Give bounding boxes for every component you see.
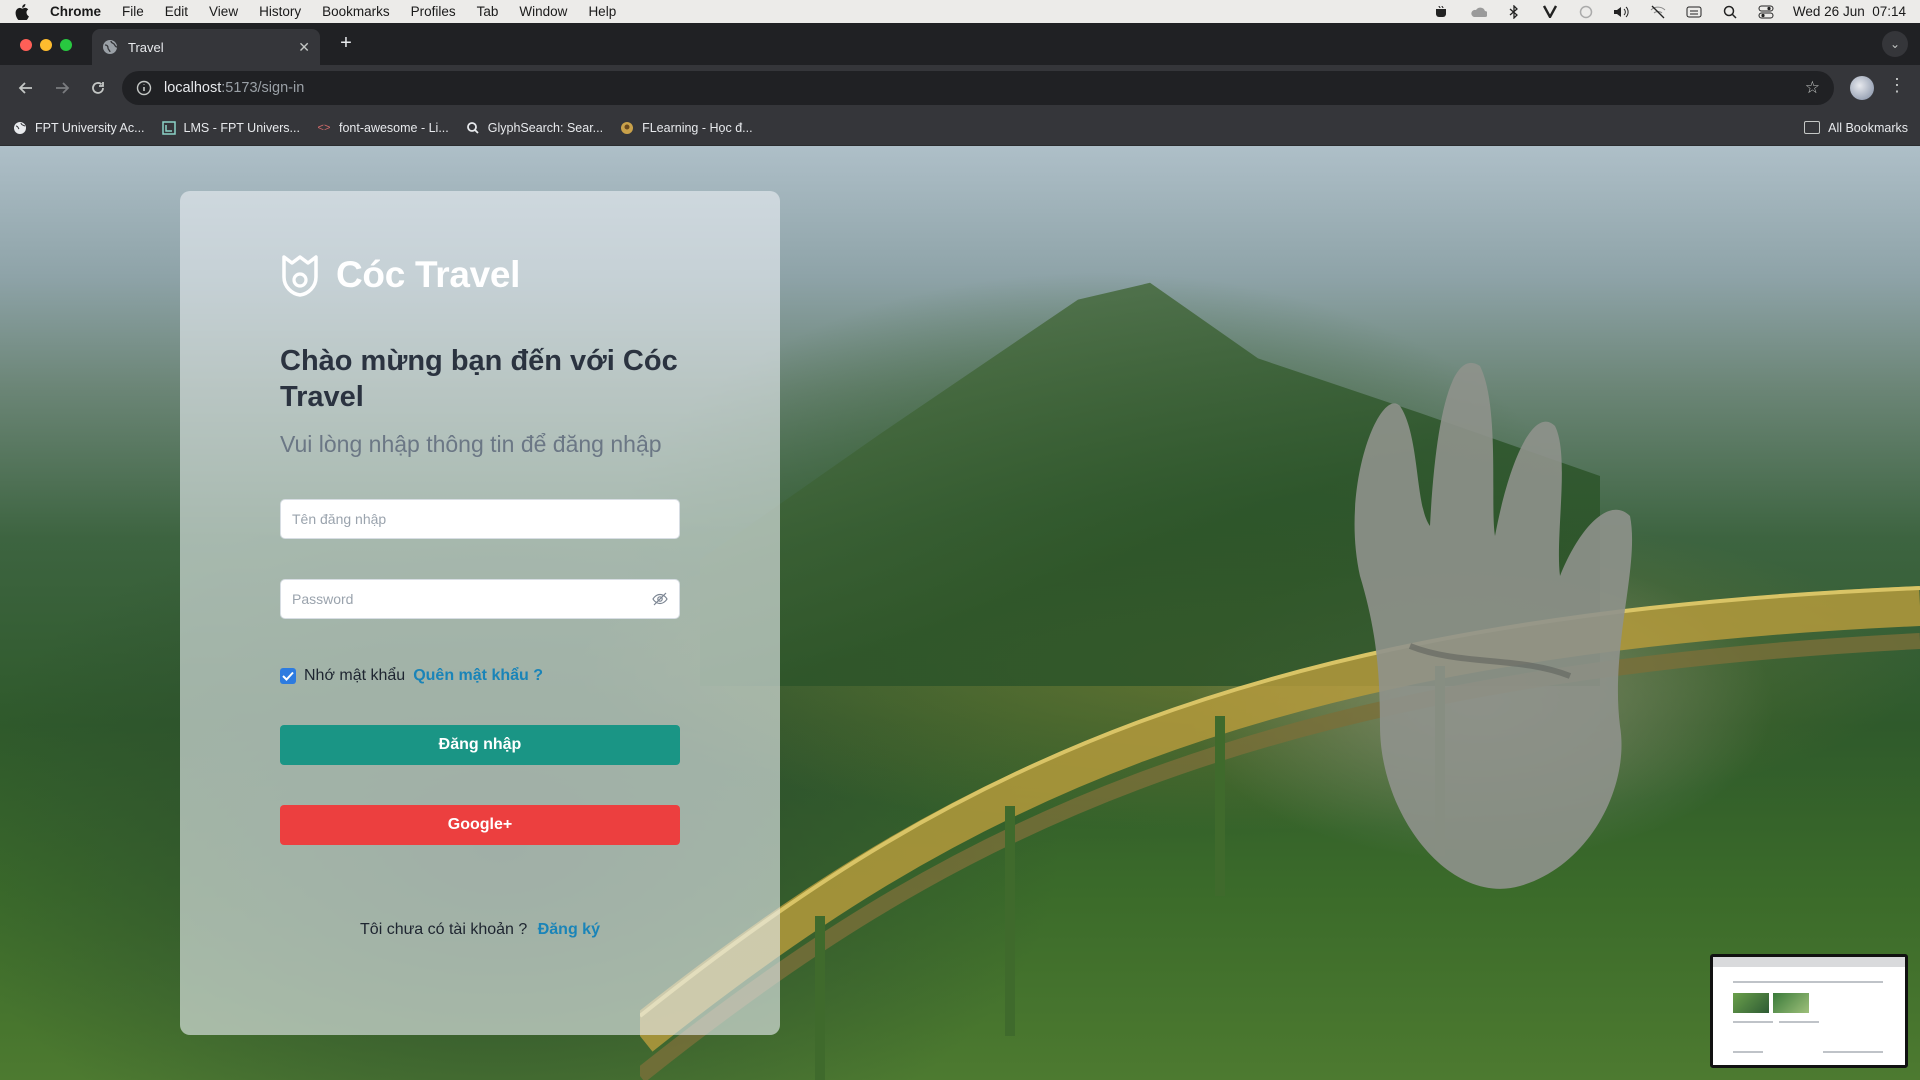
thumbnail-image — [1773, 993, 1809, 1013]
forward-arrow-icon[interactable] — [48, 74, 76, 102]
login-button[interactable]: Đăng nhập — [280, 725, 680, 765]
vpn-v-icon[interactable] — [1541, 5, 1559, 19]
remember-checkbox[interactable] — [280, 668, 296, 684]
login-subtitle: Vui lòng nhập thông tin để đăng nhập — [280, 431, 662, 457]
menu-file[interactable]: File — [122, 4, 144, 19]
password-input[interactable] — [292, 591, 652, 607]
signup-row: Tôi chưa có tài khoản ? Đăng ký — [180, 921, 780, 939]
macos-menubar: Chrome File Edit View History Bookmarks … — [0, 0, 1920, 23]
menu-window[interactable]: Window — [519, 4, 567, 19]
brand-name: Cóc Travel — [336, 254, 521, 295]
screenshot-thumbnail-preview[interactable] — [1710, 954, 1908, 1068]
url-path: :5173/sign-in — [221, 80, 305, 96]
remember-label[interactable]: Nhớ mật khẩu — [304, 667, 405, 685]
keyboard-icon[interactable] — [1685, 5, 1703, 19]
bookmark-label: LMS - FPT Univers... — [183, 120, 300, 135]
radio-icon[interactable] — [1577, 5, 1595, 19]
close-window-button[interactable] — [20, 39, 32, 51]
bookmark-label: FLearning - Học đ... — [642, 120, 753, 135]
reload-icon[interactable] — [84, 74, 112, 102]
control-center-icon[interactable] — [1757, 5, 1775, 19]
minimize-window-button[interactable] — [40, 39, 52, 51]
url-host: localhost — [164, 80, 222, 96]
menu-app-name[interactable]: Chrome — [50, 4, 101, 19]
bookmark-label: FPT University Ac... — [35, 120, 145, 135]
menu-view[interactable]: View — [209, 4, 238, 19]
bookmark-label: font-awesome - Li... — [338, 120, 449, 135]
bookmark-flearning[interactable]: FLearning - Học đ... — [619, 120, 753, 136]
cloud-icon[interactable] — [1469, 5, 1487, 19]
new-tab-button[interactable]: + — [334, 32, 358, 55]
coc-travel-logo-icon — [280, 253, 320, 297]
welcome-heading: Chào mừng bạn đến với Cóc Travel — [280, 345, 678, 413]
signup-link[interactable]: Đăng ký — [538, 921, 600, 938]
no-account-text: Tôi chưa có tài khoản ? — [360, 921, 528, 938]
thumbnail-line — [1779, 1021, 1819, 1023]
menu-tab[interactable]: Tab — [477, 4, 499, 19]
maximize-window-button[interactable] — [60, 39, 72, 51]
glyph-icon — [465, 120, 481, 136]
bookmarks-bar: FPT University Ac... LMS - FPT Univers..… — [0, 110, 1920, 146]
menubar-clock[interactable]: Wed 26 Jun 07:14 — [1793, 4, 1906, 19]
code-icon: <> — [317, 121, 331, 134]
menu-bookmarks[interactable]: Bookmarks — [322, 4, 390, 19]
tab-search-chevron-icon[interactable]: ⌄ — [1882, 31, 1908, 57]
bookmark-glyphsearch[interactable]: GlyphSearch: Sear... — [465, 120, 603, 136]
bookmark-label: GlyphSearch: Sear... — [487, 120, 604, 135]
password-field[interactable] — [280, 579, 680, 619]
window-controls — [20, 39, 72, 51]
profile-avatar[interactable] — [1850, 76, 1874, 100]
remember-row: Nhớ mật khẩu Quên mật khẩu ? — [280, 667, 543, 685]
thumbnail-line — [1733, 981, 1883, 983]
spotlight-search-icon[interactable] — [1721, 5, 1739, 19]
forgot-password-link[interactable]: Quên mật khẩu ? — [413, 667, 543, 685]
thumbnail-line — [1733, 1051, 1763, 1053]
bookmark-fpt-university[interactable]: FPT University Ac... — [12, 120, 145, 136]
username-field[interactable] — [280, 499, 680, 539]
username-input[interactable] — [292, 511, 668, 527]
address-bar[interactable]: localhost:5173/sign-in ☆ — [122, 71, 1834, 105]
menu-profiles[interactable]: Profiles — [411, 4, 456, 19]
volume-icon[interactable] — [1613, 5, 1631, 19]
login-card: Cóc Travel Chào mừng bạn đến với Cóc Tra… — [180, 191, 780, 1035]
menu-edit[interactable]: Edit — [165, 4, 188, 19]
menu-history[interactable]: History — [259, 4, 301, 19]
globe-icon — [102, 39, 118, 55]
google-login-button[interactable]: Google+ — [280, 805, 680, 845]
site-info-icon[interactable] — [136, 80, 152, 96]
apple-icon[interactable] — [14, 3, 30, 20]
all-bookmarks-button[interactable]: All Bookmarks — [1804, 121, 1908, 135]
lms-icon — [161, 120, 177, 136]
tab-travel[interactable]: Travel ✕ — [92, 29, 320, 65]
bookmark-font-awesome[interactable]: <> font-awesome - Li... — [316, 120, 449, 136]
brand: Cóc Travel — [280, 253, 520, 297]
browser-toolbar: localhost:5173/sign-in ☆ ⋮ — [0, 65, 1920, 110]
all-bookmarks-label: All Bookmarks — [1828, 120, 1908, 135]
flearning-icon — [619, 120, 635, 136]
globe-icon — [12, 120, 28, 136]
chrome-menu-icon[interactable]: ⋮ — [1888, 75, 1906, 96]
thumbnail-image — [1733, 993, 1769, 1013]
back-arrow-icon[interactable] — [12, 74, 40, 102]
cup-icon[interactable] — [1433, 5, 1451, 19]
thumbnail-toolbar — [1713, 957, 1905, 967]
bluetooth-icon[interactable] — [1505, 4, 1523, 19]
bookmark-star-icon[interactable]: ☆ — [1805, 78, 1820, 98]
tab-strip: Travel ✕ + ⌄ — [0, 23, 1920, 65]
wifi-off-icon[interactable] — [1649, 5, 1667, 19]
page-viewport: Cóc Travel Chào mừng bạn đến với Cóc Tra… — [0, 146, 1920, 1080]
close-tab-icon[interactable]: ✕ — [298, 39, 310, 56]
tab-title: Travel — [128, 39, 164, 55]
bookmark-lms[interactable]: LMS - FPT Univers... — [161, 120, 300, 136]
folder-icon — [1804, 121, 1821, 134]
thumbnail-line — [1733, 1021, 1773, 1023]
eye-slash-icon[interactable] — [652, 591, 668, 607]
thumbnail-line — [1823, 1051, 1883, 1053]
menu-help[interactable]: Help — [588, 4, 616, 19]
stone-hand-illustration — [1354, 362, 1633, 889]
